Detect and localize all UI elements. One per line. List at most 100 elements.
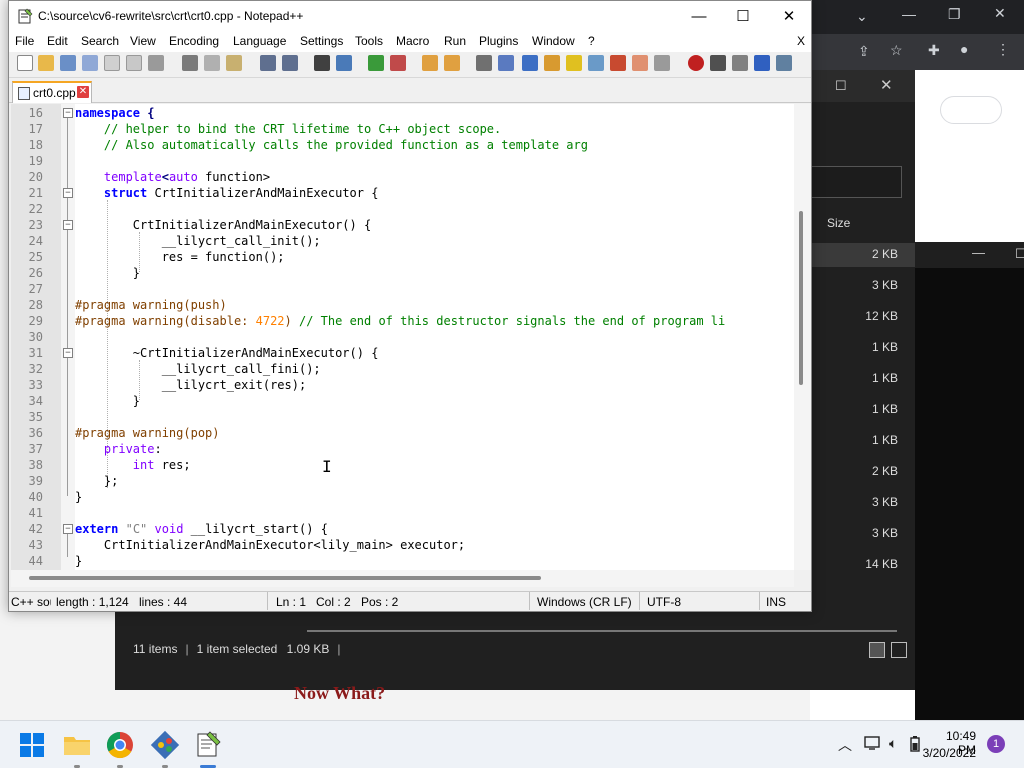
fold-toggle-icon[interactable]: − bbox=[63, 524, 73, 534]
notepadpp-taskbar-icon[interactable] bbox=[192, 729, 224, 761]
more-menu-icon[interactable]: ⋮ bbox=[996, 41, 1010, 58]
close-document-button[interactable]: X bbox=[797, 34, 805, 48]
extensions-puzzle-icon[interactable]: ✚ bbox=[928, 42, 940, 59]
details-view-icon[interactable] bbox=[869, 642, 885, 658]
zoom-in-icon[interactable] bbox=[368, 55, 384, 71]
udl-icon[interactable] bbox=[544, 55, 560, 71]
menu-file[interactable]: File bbox=[15, 34, 34, 48]
menu-macro[interactable]: Macro bbox=[396, 34, 429, 48]
monitoring-icon[interactable] bbox=[654, 55, 670, 71]
find-icon[interactable] bbox=[314, 55, 330, 71]
code-comment: // The end of this destructor signals th… bbox=[291, 314, 726, 328]
explorer-search-box[interactable] bbox=[810, 166, 902, 198]
minimize-icon[interactable]: — bbox=[902, 6, 916, 22]
word-wrap-icon[interactable] bbox=[476, 55, 492, 71]
code-line: 21 − struct CrtInitializerAndMainExecutor… bbox=[11, 185, 811, 201]
code-token: function> bbox=[197, 170, 271, 184]
file-size: 3 KB bbox=[871, 278, 898, 292]
menu-view[interactable]: View bbox=[130, 34, 156, 48]
copy-icon[interactable] bbox=[204, 55, 220, 71]
new-file-icon[interactable] bbox=[17, 55, 33, 71]
folder-workspace-icon[interactable] bbox=[632, 55, 648, 71]
redo-icon[interactable] bbox=[282, 55, 298, 71]
maximize-icon[interactable]: ☐ bbox=[835, 78, 847, 94]
code-line: 35 bbox=[11, 409, 811, 425]
chrome-icon[interactable] bbox=[104, 729, 136, 761]
file-explorer-icon[interactable] bbox=[61, 729, 93, 761]
fold-toggle-icon[interactable]: − bbox=[63, 348, 73, 358]
chevron-up-icon[interactable]: ︿ bbox=[838, 735, 852, 755]
chevron-down-icon[interactable]: ⌄ bbox=[856, 8, 868, 25]
save-all-icon[interactable] bbox=[82, 55, 98, 71]
git-icon[interactable] bbox=[149, 729, 181, 761]
zoom-out-icon[interactable] bbox=[390, 55, 406, 71]
tab-crt0-cpp[interactable]: crt0.cpp ✕ bbox=[12, 81, 92, 103]
wifi-icon[interactable] bbox=[864, 735, 882, 751]
share-icon[interactable]: ⇪ bbox=[858, 43, 870, 60]
explorer-horizontal-scrollbar[interactable] bbox=[307, 630, 897, 632]
tiles-view-icon[interactable] bbox=[891, 642, 907, 658]
menu-encoding[interactable]: Encoding bbox=[169, 34, 219, 48]
menu-help[interactable]: ? bbox=[588, 34, 595, 48]
fold-toggle-icon[interactable]: − bbox=[63, 108, 73, 118]
indent-guide-icon[interactable] bbox=[522, 55, 538, 71]
paste-icon[interactable] bbox=[226, 55, 242, 71]
start-icon[interactable] bbox=[16, 729, 48, 761]
code-token: private bbox=[103, 442, 155, 456]
close-file-icon[interactable] bbox=[104, 55, 120, 71]
show-all-chars-icon[interactable] bbox=[498, 55, 514, 71]
replace-icon[interactable] bbox=[336, 55, 352, 71]
undo-icon[interactable] bbox=[260, 55, 276, 71]
close-all-icon[interactable] bbox=[126, 55, 142, 71]
function-list-icon[interactable] bbox=[610, 55, 626, 71]
menu-search[interactable]: Search bbox=[81, 34, 119, 48]
run-macro-multiple-icon[interactable] bbox=[754, 55, 770, 71]
menu-run[interactable]: Run bbox=[444, 34, 466, 48]
close-icon[interactable]: ✕ bbox=[880, 76, 893, 94]
menu-tools[interactable]: Tools bbox=[355, 34, 383, 48]
sync-vertical-icon[interactable] bbox=[422, 55, 438, 71]
sync-horizontal-icon[interactable] bbox=[444, 55, 460, 71]
menu-window[interactable]: Window bbox=[532, 34, 575, 48]
vertical-scroll-thumb[interactable] bbox=[799, 211, 803, 385]
close-icon[interactable]: ✕ bbox=[994, 5, 1006, 22]
menu-edit[interactable]: Edit bbox=[47, 34, 68, 48]
notification-badge[interactable]: 1 bbox=[987, 735, 1005, 753]
fold-toggle-icon[interactable]: − bbox=[63, 220, 73, 230]
doc-map-icon[interactable] bbox=[566, 55, 582, 71]
print-icon[interactable] bbox=[148, 55, 164, 71]
status-encoding: UTF-8 bbox=[647, 595, 681, 609]
terminal-window: — ☐ bbox=[915, 242, 1024, 720]
minimize-icon[interactable]: — bbox=[676, 1, 722, 32]
size-column-header[interactable]: Size bbox=[827, 216, 850, 230]
cut-icon[interactable] bbox=[182, 55, 198, 71]
profile-icon[interactable]: ● bbox=[960, 41, 968, 57]
line-number: 21 bbox=[28, 186, 43, 200]
maximize-icon[interactable]: ☐ bbox=[720, 1, 766, 32]
code-editor[interactable]: 16− namespace { 17 // helper to bind the … bbox=[11, 104, 811, 570]
stop-macro-icon[interactable] bbox=[710, 55, 726, 71]
doc-list-icon[interactable] bbox=[588, 55, 604, 71]
open-file-icon[interactable] bbox=[38, 55, 54, 71]
menu-plugins[interactable]: Plugins bbox=[479, 34, 518, 48]
fold-toggle-icon[interactable]: − bbox=[63, 188, 73, 198]
code-line: 32 __lilycrt_call_fini(); bbox=[11, 361, 811, 377]
restore-icon[interactable]: ❐ bbox=[948, 6, 961, 23]
tab-close-icon[interactable]: ✕ bbox=[77, 86, 89, 98]
page-search-box[interactable] bbox=[940, 96, 1002, 124]
save-macro-icon[interactable] bbox=[776, 55, 792, 71]
bookmark-star-icon[interactable]: ☆ bbox=[890, 42, 903, 59]
volume-icon[interactable]: 🔈︎ bbox=[889, 735, 897, 752]
menu-settings[interactable]: Settings bbox=[300, 34, 343, 48]
save-icon[interactable] bbox=[60, 55, 76, 71]
record-macro-icon[interactable] bbox=[688, 55, 704, 71]
maximize-icon[interactable]: ☐ bbox=[1015, 246, 1024, 262]
menu-language[interactable]: Language bbox=[233, 34, 286, 48]
code-token: CrtInitializerAndMainExecutor() { bbox=[75, 218, 372, 232]
file-size: 2 KB bbox=[871, 247, 898, 261]
clock-date[interactable]: 3/20/2022 bbox=[920, 746, 976, 760]
close-icon[interactable]: ✕ bbox=[766, 1, 812, 32]
horizontal-scroll-thumb[interactable] bbox=[29, 576, 541, 580]
minimize-icon[interactable]: — bbox=[972, 245, 985, 260]
play-macro-icon[interactable] bbox=[732, 55, 748, 71]
